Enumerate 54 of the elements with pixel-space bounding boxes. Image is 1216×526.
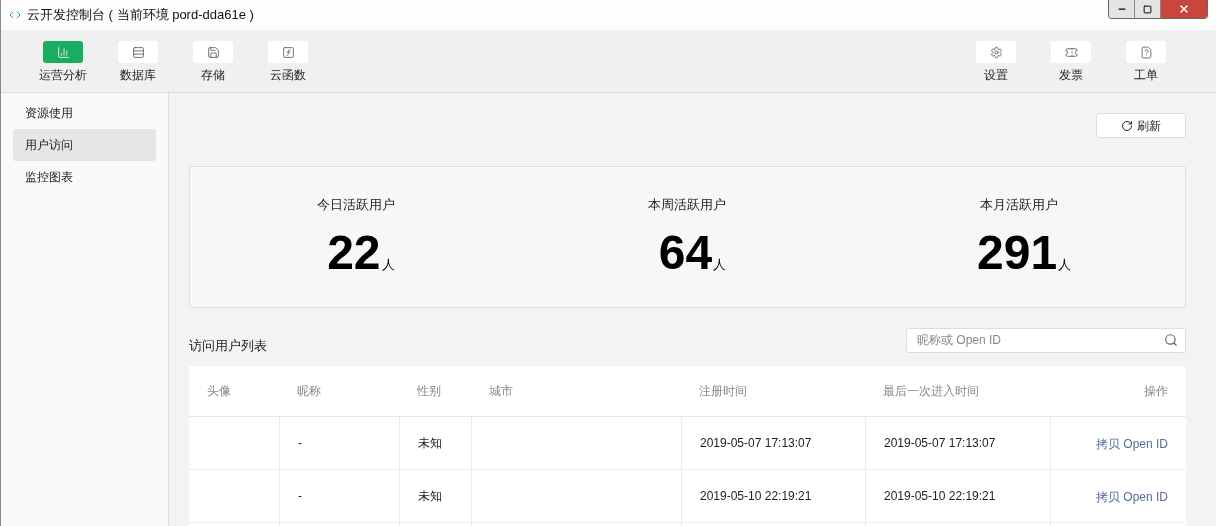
bar-chart-icon — [56, 45, 70, 59]
search-icon — [1164, 333, 1178, 347]
close-icon — [1178, 3, 1190, 15]
settings-icon — [989, 45, 1003, 59]
document-question-icon — [1139, 45, 1153, 59]
toolbar-button[interactable]: 工单 — [1116, 41, 1176, 81]
column-header: 昵称 — [297, 382, 321, 400]
close-button[interactable] — [1161, 0, 1207, 18]
column-header: 操作 — [1144, 382, 1168, 400]
refresh-icon — [1121, 119, 1133, 132]
table-cell-text: 2019-05-07 17:13:07 — [700, 434, 812, 452]
stat-label: 今日活跃用户 — [316, 196, 395, 214]
toolbar-button[interactable]: 云函数 — [258, 41, 318, 81]
maximize-button[interactable] — [1135, 0, 1161, 18]
stat-label: 本月活跃用户 — [980, 196, 1059, 214]
sidebar-item[interactable]: 监控图表 — [13, 161, 156, 193]
section-title: 访问用户列表 — [189, 337, 267, 355]
search-field[interactable]: 昵称或 Open ID — [906, 327, 1186, 353]
stat-value: 22 — [327, 228, 381, 277]
column-header: 注册时间 — [699, 382, 747, 400]
sidebar-item[interactable]: 用户访问 — [13, 129, 156, 161]
copy-open-id-link[interactable]: 拷贝 Open ID — [1095, 488, 1168, 506]
table-cell-text: - — [298, 487, 302, 505]
sidebar-item[interactable]: 资源使用 — [13, 97, 156, 129]
toolbar-button[interactable]: 发票 — [1041, 41, 1101, 81]
stat-value: 64 — [658, 228, 713, 277]
column-header: 性别 — [417, 382, 441, 400]
list-icon — [131, 45, 145, 59]
stat-label: 本周活跃用户 — [648, 196, 727, 214]
ticket-icon — [1064, 45, 1078, 59]
refresh-button[interactable]: 刷新 — [1096, 113, 1186, 138]
window-title: 云开发控制台 ( 当前环境 pord-dda61e ) — [27, 6, 254, 25]
column-header: 城市 — [489, 382, 513, 400]
code-icon — [9, 9, 21, 21]
column-header: 最后一次进入时间 — [883, 382, 979, 400]
table-cell-text: 2019-05-07 17:13:07 — [884, 434, 996, 452]
table-cell-text: 未知 — [418, 487, 442, 505]
toolbar-button[interactable]: 数据库 — [108, 41, 168, 81]
toolbar-button[interactable]: 运营分析 — [33, 41, 93, 81]
function-icon — [281, 45, 295, 59]
column-header: 头像 — [207, 382, 231, 400]
copy-open-id-link[interactable]: 拷贝 Open ID — [1095, 435, 1168, 453]
stat-unit: 人 — [381, 256, 395, 274]
table-cell-text: - — [298, 434, 302, 452]
table-cell-text: 未知 — [418, 434, 442, 452]
minimize-button[interactable] — [1109, 0, 1135, 18]
stat-value: 291 — [977, 228, 1058, 277]
toolbar-button[interactable]: 存储 — [183, 41, 243, 81]
stat-unit: 人 — [713, 256, 727, 274]
stat-unit: 人 — [1058, 256, 1072, 274]
table-cell-text: 2019-05-10 22:19:21 — [884, 487, 996, 505]
table-cell-text: 2019-05-10 22:19:21 — [700, 487, 812, 505]
maximize-icon — [1143, 4, 1152, 14]
toolbar-button[interactable]: 设置 — [966, 41, 1026, 81]
